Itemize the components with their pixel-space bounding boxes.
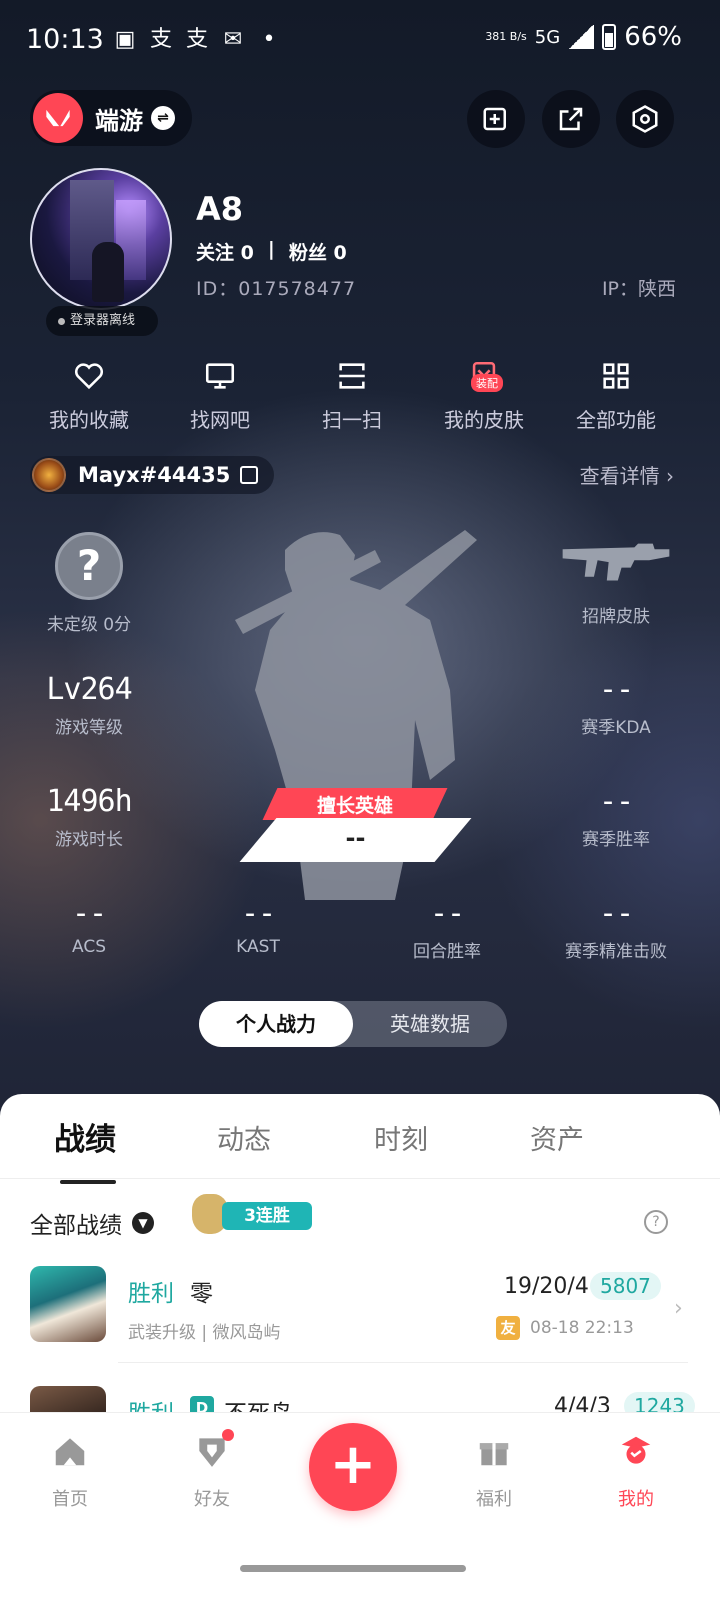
tab-moments[interactable]: 时刻 bbox=[374, 1118, 428, 1157]
status-time: 10:13 bbox=[26, 24, 104, 55]
sparkle-edit-icon bbox=[483, 107, 506, 131]
kda-stat: -- 赛季KDA bbox=[581, 672, 651, 738]
best-hero-label: 擅长英雄 bbox=[316, 795, 393, 817]
match-kda: 19/20/4 bbox=[504, 1274, 589, 1299]
level-stat: Lv264 游戏等级 bbox=[46, 672, 132, 738]
home-icon bbox=[55, 1438, 85, 1466]
signature-skin-stat[interactable]: 招牌皮肤 bbox=[531, 540, 701, 627]
message-icon: ▣ bbox=[114, 27, 136, 52]
match-score: 5807 bbox=[590, 1272, 661, 1300]
match-date: 08-18 22:13 bbox=[530, 1318, 634, 1338]
rank-stat[interactable]: ? 未定级 0分 bbox=[4, 532, 174, 635]
login-status-badge: 登录器离线 bbox=[46, 306, 158, 336]
alipay-icon: 支 bbox=[185, 27, 208, 52]
mail-icon: ✉ bbox=[223, 27, 243, 52]
kast-stat: -- KAST bbox=[236, 896, 280, 957]
match-mode: 武装升级 | 微风岛屿 bbox=[128, 1323, 281, 1343]
settings-button[interactable] bbox=[616, 90, 674, 148]
status-bar: 10:13 ▣ 支 支 ✉ • 381 B/s 5G 66% bbox=[0, 0, 720, 80]
swap-icon: ⇌ bbox=[151, 106, 175, 130]
network-type: 5G bbox=[534, 26, 561, 48]
segment-hero-data[interactable]: 英雄数据 bbox=[353, 1001, 507, 1047]
user-id: ID：017578477 bbox=[196, 278, 357, 300]
winrate-stat: -- 赛季胜率 bbox=[582, 784, 650, 850]
notification-icons: ▣ 支 支 ✉ • bbox=[112, 28, 282, 52]
battery-icon bbox=[602, 24, 617, 50]
chevron-down-icon: ▼ bbox=[132, 1212, 154, 1234]
match-agent: 零 bbox=[190, 1281, 213, 1307]
nav-friends[interactable]: 好友 bbox=[162, 1429, 262, 1511]
agent-portrait bbox=[30, 1266, 106, 1342]
username: A8 bbox=[196, 190, 244, 228]
follow-separator: | bbox=[267, 238, 275, 260]
avatar[interactable] bbox=[30, 168, 172, 310]
copy-icon[interactable] bbox=[240, 466, 259, 484]
riot-id: Mayx#44435 bbox=[78, 463, 231, 487]
followers-link[interactable]: 粉丝 0 bbox=[289, 238, 347, 265]
match-result: 胜利 bbox=[128, 1281, 174, 1307]
heart-icon bbox=[74, 363, 104, 390]
home-indicator[interactable] bbox=[240, 1565, 466, 1572]
best-hero-tag[interactable]: 擅长英雄 -- bbox=[239, 788, 472, 868]
stats-segment-control: 个人战力 英雄数据 bbox=[199, 1001, 507, 1047]
game-switcher[interactable]: 端游 ⇌ bbox=[30, 90, 192, 146]
playtime-stat: 1496h 游戏时长 bbox=[46, 784, 132, 850]
follow-stats: 关注 0 | 粉丝 0 bbox=[196, 238, 347, 265]
grid-icon bbox=[603, 363, 629, 389]
quick-action-favorites[interactable]: 我的收藏 bbox=[24, 356, 154, 433]
tab-assets[interactable]: 资产 bbox=[530, 1118, 584, 1157]
chevron-right-icon: › bbox=[674, 1296, 683, 1321]
battery-level: 66% bbox=[624, 22, 682, 52]
nav-welfare[interactable]: 福利 bbox=[444, 1429, 544, 1511]
create-post-button[interactable]: + bbox=[309, 1423, 397, 1511]
acs-stat: -- ACS bbox=[71, 896, 107, 957]
view-details-link[interactable]: 查看详情 › bbox=[580, 460, 674, 489]
plus-icon: + bbox=[329, 1432, 377, 1497]
scan-icon bbox=[339, 363, 365, 389]
gift-icon bbox=[479, 1443, 509, 1466]
tab-records[interactable]: 战绩 bbox=[54, 1114, 116, 1159]
net-speed: 381 B/s bbox=[485, 30, 527, 43]
following-link[interactable]: 关注 0 bbox=[196, 238, 254, 265]
gear-icon bbox=[632, 105, 658, 133]
monitor-icon bbox=[205, 363, 235, 389]
quick-action-scan[interactable]: 扫一扫 bbox=[287, 356, 417, 433]
skin-badge: 装配 bbox=[471, 374, 503, 392]
status-right: 381 B/s 5G 66% bbox=[485, 22, 682, 52]
riot-id-chip[interactable]: Mayx#44435 bbox=[30, 456, 274, 494]
unranked-icon: ? bbox=[55, 532, 123, 600]
signal-icon bbox=[568, 25, 595, 49]
friend-badge: 友 bbox=[496, 1316, 520, 1340]
notification-dot bbox=[222, 1429, 234, 1441]
valorant-logo-icon bbox=[33, 93, 83, 143]
alipay-icon: 支 bbox=[149, 27, 172, 52]
tab-activity[interactable]: 动态 bbox=[217, 1118, 271, 1157]
help-icon[interactable]: ? bbox=[644, 1210, 668, 1234]
precise-kill-stat: -- 赛季精准击败 bbox=[565, 896, 667, 962]
best-hero-value: -- bbox=[345, 824, 366, 852]
player-card-avatar bbox=[32, 458, 66, 492]
ip-location: IP：陕西 bbox=[601, 278, 676, 300]
tab-indicator bbox=[60, 1180, 116, 1184]
profile-icon bbox=[621, 1436, 651, 1464]
dot-icon: • bbox=[262, 27, 276, 52]
segment-personal-power[interactable]: 个人战力 bbox=[199, 1001, 353, 1047]
win-streak-badge: 3连胜 bbox=[192, 1194, 322, 1234]
content-tabs: 战绩 动态 时刻 资产 bbox=[0, 1114, 720, 1184]
records-filter[interactable]: 全部战绩 ▼ bbox=[30, 1206, 154, 1240]
round-winrate-stat: -- 回合胜率 bbox=[413, 896, 481, 962]
match-row[interactable]: 胜利 零 武装升级 | 微风岛屿 19/20/4 5807 友 08-18 22… bbox=[30, 1266, 690, 1346]
quick-action-netcafe[interactable]: 找网吧 bbox=[155, 356, 285, 433]
game-name: 端游 bbox=[95, 106, 143, 135]
share-button[interactable] bbox=[542, 90, 600, 148]
nav-home[interactable]: 首页 bbox=[20, 1429, 120, 1511]
share-icon bbox=[559, 107, 583, 131]
rifle-icon bbox=[562, 543, 670, 581]
edit-card-button[interactable] bbox=[467, 90, 525, 148]
nav-profile[interactable]: 我的 bbox=[586, 1429, 686, 1511]
quick-action-skins[interactable]: 装配 我的皮肤 bbox=[419, 356, 549, 433]
quick-action-all[interactable]: 全部功能 bbox=[551, 356, 681, 433]
